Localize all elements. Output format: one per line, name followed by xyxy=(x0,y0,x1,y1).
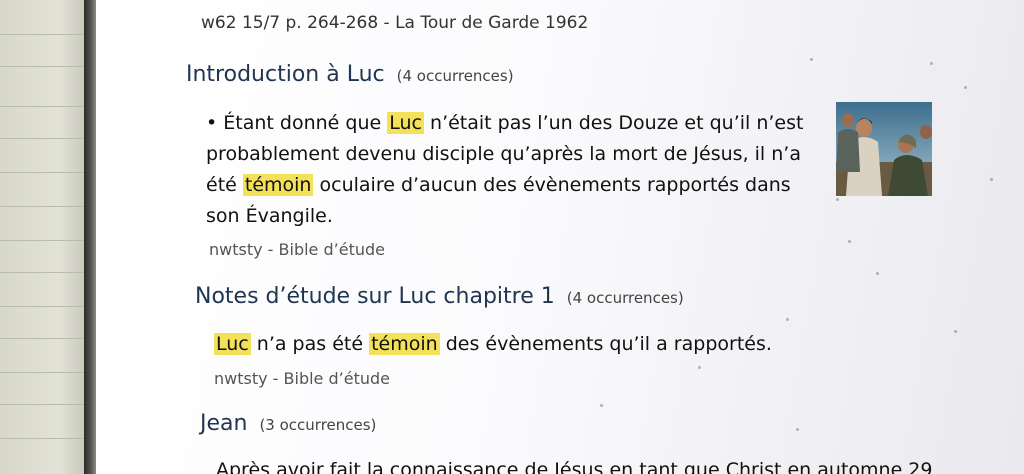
painting-thumbnail-icon[interactable] xyxy=(836,102,932,196)
result-heading-jean[interactable]: Jean (3 occurrences) xyxy=(200,411,376,436)
result-excerpt[interactable]: Luc n’a pas été témoin des évènements qu… xyxy=(214,330,834,358)
occurrence-count: (4 occurrences) xyxy=(566,289,684,307)
result-heading-introduction-luc[interactable]: Introduction à Luc (4 occurrences) xyxy=(186,62,514,87)
excerpt-text: Étant donné que xyxy=(223,112,388,134)
bullet: • xyxy=(206,112,218,134)
highlighted-term-luc: Luc xyxy=(387,112,424,134)
screen-dust xyxy=(848,240,851,243)
screen-dust xyxy=(990,178,993,181)
source-reference-link[interactable]: w62 15/7 p. 264-268 - La Tour de Garde 1… xyxy=(201,13,588,33)
result-excerpt[interactable]: • Étant donné que Luc n’était pas l’un d… xyxy=(206,108,826,232)
screen-dust xyxy=(930,62,933,65)
result-heading-notes-luc-1[interactable]: Notes d’étude sur Luc chapitre 1 (4 occur… xyxy=(195,284,684,309)
screen-dust xyxy=(836,198,839,201)
publication-label: nwtsty - Bible d’étude xyxy=(214,369,390,388)
screen-dust xyxy=(954,330,957,333)
heading-title: Jean xyxy=(200,411,248,436)
publication-label: nwtsty - Bible d’étude xyxy=(209,240,385,259)
background-notebook xyxy=(0,0,84,474)
monitor-bezel xyxy=(84,0,96,474)
screen-dust xyxy=(786,318,789,321)
heading-title: Notes d’étude sur Luc chapitre 1 xyxy=(195,284,555,309)
excerpt-text: des évènements qu’il a rapportés. xyxy=(439,333,772,355)
heading-title: Introduction à Luc xyxy=(186,62,385,87)
screen-dust xyxy=(810,58,813,61)
occurrence-count: (4 occurrences) xyxy=(396,67,514,85)
screen-dust xyxy=(964,86,967,89)
screen-dust xyxy=(698,366,701,369)
highlighted-term-temoin: témoin xyxy=(242,174,314,196)
result-excerpt[interactable]: Après avoir fait la connaissance de Jésu… xyxy=(216,456,932,474)
occurrence-count: (3 occurrences) xyxy=(259,416,377,434)
screen-dust xyxy=(600,404,603,407)
highlighted-term-temoin: témoin xyxy=(369,333,440,355)
excerpt-text: n’a pas été xyxy=(250,333,370,355)
screen-dust xyxy=(796,428,799,431)
screen-dust xyxy=(876,272,879,275)
highlighted-term-luc: Luc xyxy=(214,333,251,355)
search-results-screen: w62 15/7 p. 264-268 - La Tour de Garde 1… xyxy=(96,0,1024,474)
